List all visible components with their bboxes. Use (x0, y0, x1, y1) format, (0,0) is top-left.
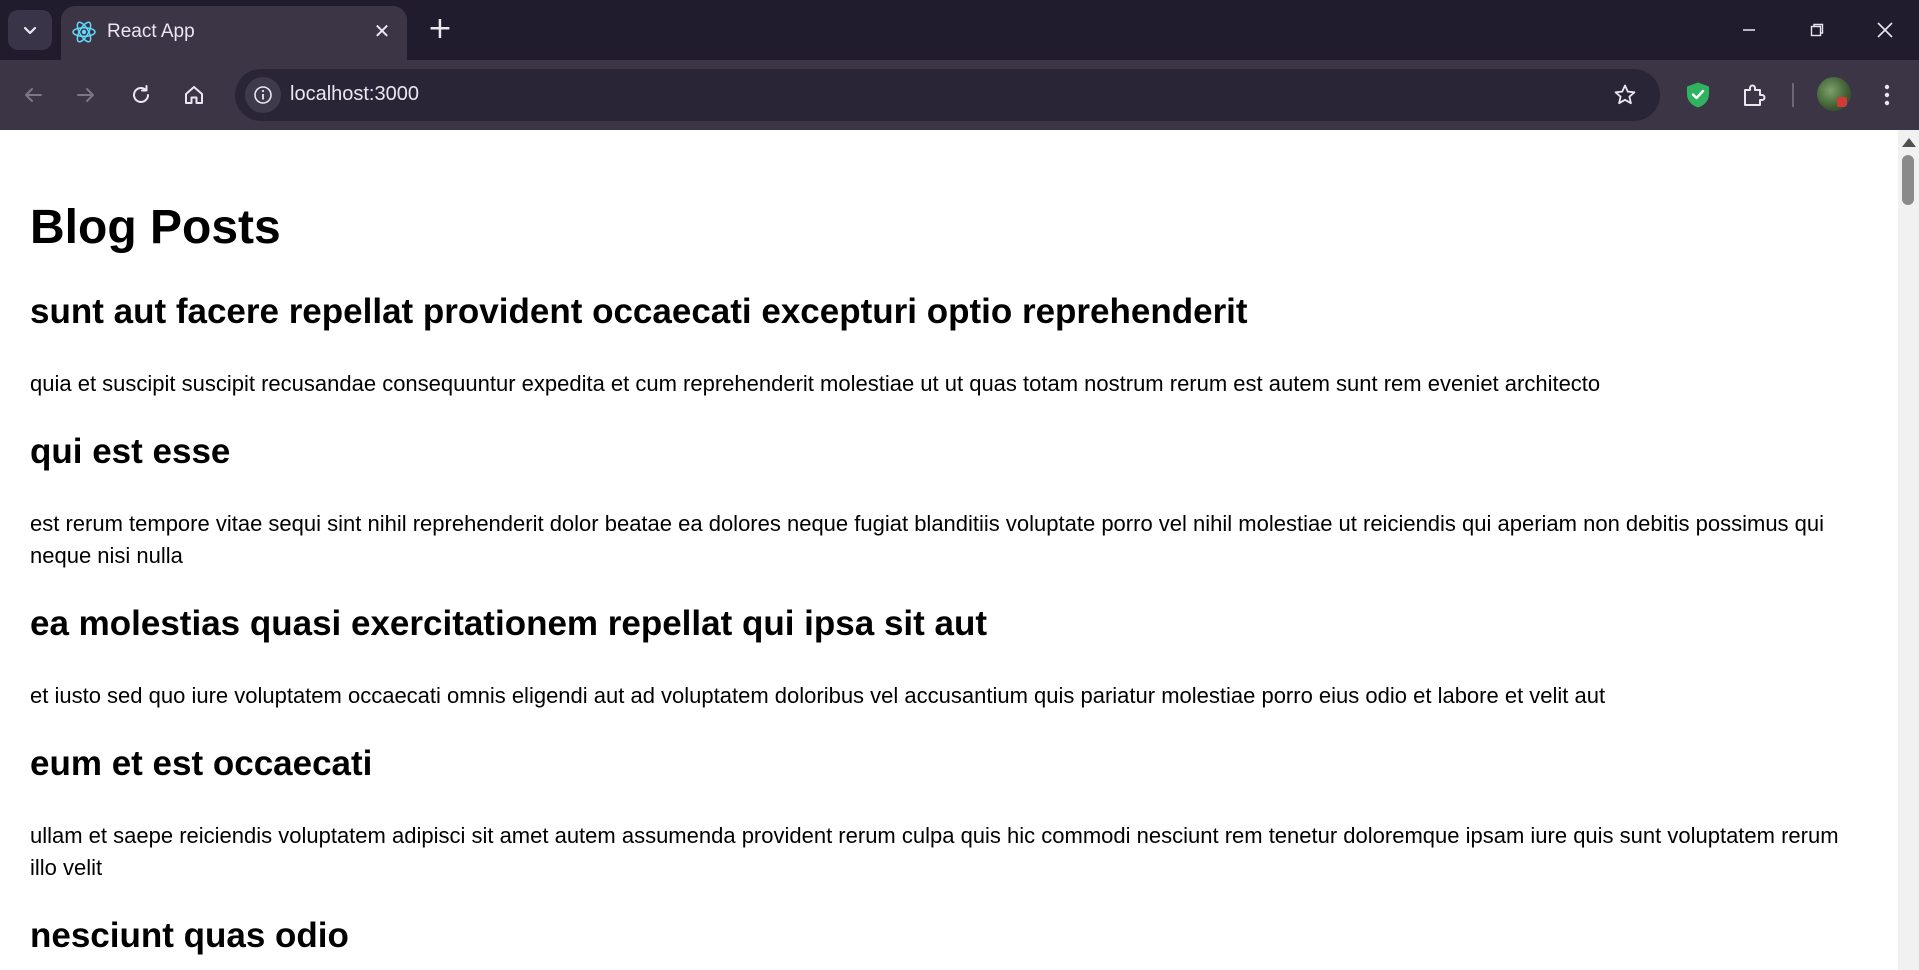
bookmark-button[interactable] (1610, 80, 1640, 110)
scroll-up-arrow-icon[interactable] (1902, 138, 1916, 147)
post-title: nesciunt quas odio (30, 916, 349, 955)
home-icon (185, 86, 203, 104)
puzzle-icon (1744, 84, 1766, 106)
address-bar[interactable]: localhost:3000 (235, 69, 1660, 121)
browser-titlebar: React App ✕ + (0, 0, 1919, 60)
home-button[interactable] (176, 77, 212, 113)
avatar-badge (1837, 97, 1847, 107)
toolbar-divider (1792, 83, 1794, 107)
post-body: est rerum tempore vitae sequi sint nihil… (30, 511, 1825, 568)
close-icon[interactable]: ✕ (369, 18, 395, 44)
reload-icon (133, 85, 149, 103)
minimize-button[interactable] (1726, 10, 1772, 50)
react-icon (72, 21, 96, 43)
post-title: eum et est occaecati (30, 744, 373, 783)
extensions-button[interactable] (1736, 77, 1772, 113)
post-title: qui est esse (30, 432, 231, 471)
page-scrollbar[interactable] (1898, 130, 1919, 970)
star-icon (1614, 84, 1636, 105)
close-icon (1877, 22, 1893, 38)
browser-menu-button[interactable] (1872, 77, 1902, 113)
scrollbar-thumb[interactable] (1902, 155, 1914, 205)
page-title: Blog Posts (30, 201, 281, 254)
tab-search-button[interactable] (8, 10, 52, 50)
profile-avatar[interactable] (1817, 77, 1851, 111)
post-title: sunt aut facere repellat provident occae… (30, 292, 1248, 331)
back-arrow-icon (25, 88, 42, 102)
restore-icon (1810, 23, 1824, 37)
url-text[interactable]: localhost:3000 (290, 83, 419, 106)
back-button[interactable] (15, 77, 51, 113)
browser-tab-active[interactable]: React App ✕ (61, 6, 407, 60)
browser-toolbar: localhost:3000 (0, 60, 1919, 130)
shield-extension-button[interactable] (1680, 77, 1716, 113)
site-info-button[interactable] (245, 77, 281, 113)
forward-button[interactable] (68, 77, 104, 113)
tab-title: React App (107, 21, 195, 42)
kebab-menu-icon (1884, 84, 1890, 106)
page-viewport: Blog Posts sunt aut facere repellat prov… (0, 130, 1898, 970)
restore-button[interactable] (1794, 10, 1840, 50)
post-body: et iusto sed quo iure voluptatem occaeca… (30, 683, 1606, 708)
forward-arrow-icon (77, 88, 94, 102)
reload-button[interactable] (123, 77, 159, 113)
minimize-icon (1743, 29, 1755, 31)
close-window-button[interactable] (1862, 10, 1908, 50)
info-icon (254, 86, 272, 104)
post-body: ullam et saepe reiciendis voluptatem adi… (30, 823, 1839, 880)
shield-icon (1687, 82, 1709, 108)
post-body: quia et suscipit suscipit recusandae con… (30, 371, 1601, 396)
post-title: ea molestias quasi exercitationem repell… (30, 604, 988, 643)
chevron-down-icon (23, 26, 37, 35)
plus-icon[interactable]: + (422, 12, 458, 48)
